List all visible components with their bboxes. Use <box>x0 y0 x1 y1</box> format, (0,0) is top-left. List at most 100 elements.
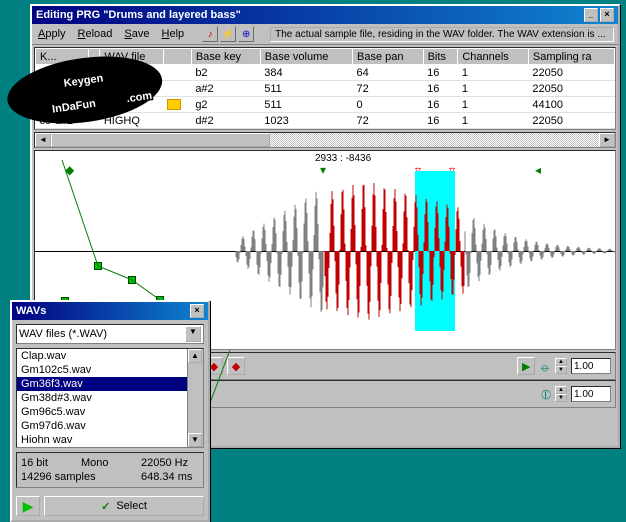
status-hint: The actual sample file, residing in the … <box>270 27 614 42</box>
zoom-v-icon: ⦶ <box>541 386 551 403</box>
menu-save[interactable]: Save <box>122 27 151 41</box>
table-cell: 16 <box>423 81 458 97</box>
table-cell <box>163 65 191 81</box>
folder-icon[interactable] <box>167 99 181 110</box>
zoom-h-input[interactable] <box>571 358 611 374</box>
table-cell <box>88 65 99 81</box>
list-item[interactable]: Gm36f3.wav <box>17 377 203 391</box>
zoom-v-input[interactable] <box>571 386 611 402</box>
table-header[interactable]: Base volume <box>260 49 352 65</box>
wavs-close-button[interactable]: × <box>190 304 204 318</box>
table-cell: d#2 <box>191 113 260 129</box>
table-cell: 1 <box>458 81 529 97</box>
table-row[interactable]: 2b23846416122050 <box>36 65 615 81</box>
table-cell: 2 <box>100 65 164 81</box>
envelope-handle[interactable] <box>94 262 102 270</box>
table-header[interactable]: K... <box>36 49 89 65</box>
rec-4-button[interactable]: ◆ <box>227 357 245 375</box>
table-cell <box>163 97 191 113</box>
table-cell: c0-d#2 <box>36 113 89 129</box>
table-cell <box>88 113 99 129</box>
table-row[interactable]: SLAPa#25117216122050 <box>36 81 615 97</box>
table-cell <box>163 113 191 129</box>
menu-reload[interactable]: Reload <box>76 27 115 41</box>
table-header[interactable]: Sampling ra <box>528 49 614 65</box>
list-item[interactable]: Gm102c5.wav <box>17 363 203 377</box>
table-cell <box>163 81 191 97</box>
sample-table: K... WAV file Base keyBase volumeBase panB… <box>34 47 616 130</box>
list-item[interactable]: Clap.wav <box>17 349 203 363</box>
marker-start-icon[interactable]: ◆ <box>65 163 74 177</box>
wav-bits: 16 bit <box>21 457 79 469</box>
table-cell: HIGHQ <box>100 113 164 129</box>
wavs-window: WAVs × WAV files (*.WAV) ▼ Clap.wavGm102… <box>10 300 210 522</box>
table-cell <box>36 65 89 81</box>
spin1-up[interactable]: ▲ <box>555 358 567 366</box>
wav-samples: 14296 samples <box>21 471 139 483</box>
table-cell: g2 <box>191 97 260 113</box>
envelope-handle[interactable] <box>128 276 136 284</box>
wav-file-list[interactable]: Clap.wavGm102c5.wavGm36f3.wavGm38d#3.wav… <box>16 348 204 448</box>
scroll-thumb[interactable] <box>51 133 270 147</box>
close-button[interactable]: × <box>600 8 614 22</box>
select-label: Select <box>116 500 147 512</box>
spin1-down[interactable]: ▼ <box>555 366 567 374</box>
wav-select-button[interactable]: ✓ Select <box>44 496 204 516</box>
table-cell: 511 <box>260 97 352 113</box>
list-item[interactable]: Gm97d6.wav <box>17 419 203 433</box>
wav-duration: 648.34 ms <box>141 471 199 483</box>
table-cell: 16 <box>423 65 458 81</box>
tool-icon-3[interactable]: ⊕ <box>238 26 254 42</box>
wav-preview-play-button[interactable]: ▶ <box>16 496 40 516</box>
waveform-svg <box>235 171 615 331</box>
table-cell <box>88 97 99 113</box>
table-cell: TOM <box>100 97 164 113</box>
table-row[interactable]: TOMg2511016144100 <box>36 97 615 113</box>
table-header[interactable] <box>163 49 191 65</box>
menu-help[interactable]: Help <box>160 27 187 41</box>
scroll-down-button[interactable]: ▼ <box>188 433 202 447</box>
table-header[interactable]: Base pan <box>353 49 424 65</box>
scroll-up-button[interactable]: ▲ <box>188 349 202 363</box>
tool-icon-1[interactable]: ♪ <box>202 26 218 42</box>
table-header[interactable]: WAV file <box>100 49 164 65</box>
list-item[interactable]: Gm96c5.wav <box>17 405 203 419</box>
table-cell: SLAP <box>100 81 164 97</box>
table-scrollbar[interactable]: ◄ ► <box>34 132 616 148</box>
table-cell: a#2 <box>191 81 260 97</box>
table-header[interactable]: Bits <box>423 49 458 65</box>
table-cell: b2 <box>191 65 260 81</box>
menu-apply[interactable]: Apply <box>36 27 68 41</box>
table-cell: 22050 <box>528 81 614 97</box>
table-cell: 16 <box>423 97 458 113</box>
editor-title: Editing PRG "Drums and layered bass" <box>36 9 584 21</box>
combo-dropdown-icon[interactable]: ▼ <box>185 326 201 342</box>
table-cell: 1 <box>458 97 529 113</box>
scroll-right-button[interactable]: ► <box>599 133 615 147</box>
table-cell: 22050 <box>528 113 614 129</box>
wav-filter-combo[interactable]: WAV files (*.WAV) ▼ <box>16 324 204 344</box>
tool-icon-2[interactable]: ⚡ <box>220 26 236 42</box>
spin2-down[interactable]: ▼ <box>555 394 567 402</box>
play-all-button[interactable]: ▶ <box>517 357 535 375</box>
spin2-up[interactable]: ▲ <box>555 386 567 394</box>
table-header[interactable]: Base key <box>191 49 260 65</box>
table-cell: 16 <box>423 113 458 129</box>
wav-rate: 22050 Hz <box>141 457 199 469</box>
minimize-button[interactable]: _ <box>584 8 598 22</box>
table-cell: 1023 <box>260 113 352 129</box>
file-list-scrollbar[interactable]: ▲ ▼ <box>187 349 203 447</box>
list-item[interactable]: Gm38d#3.wav <box>17 391 203 405</box>
list-item[interactable]: Hiohn wav <box>17 433 203 447</box>
table-cell: 22050 <box>528 65 614 81</box>
table-cell: 1 <box>458 65 529 81</box>
table-cell: 44100 <box>528 97 614 113</box>
table-row[interactable]: c0-d#2HIGHQd#210237216122050 <box>36 113 615 129</box>
table-header[interactable]: Channels <box>458 49 529 65</box>
table-cell: 64 <box>353 65 424 81</box>
table-cell <box>36 81 89 97</box>
wavs-title: WAVs <box>16 305 190 317</box>
table-header[interactable] <box>88 49 99 65</box>
scroll-left-button[interactable]: ◄ <box>35 133 51 147</box>
wav-info-panel: 16 bit Mono 22050 Hz 14296 samples 648.3… <box>16 452 204 488</box>
